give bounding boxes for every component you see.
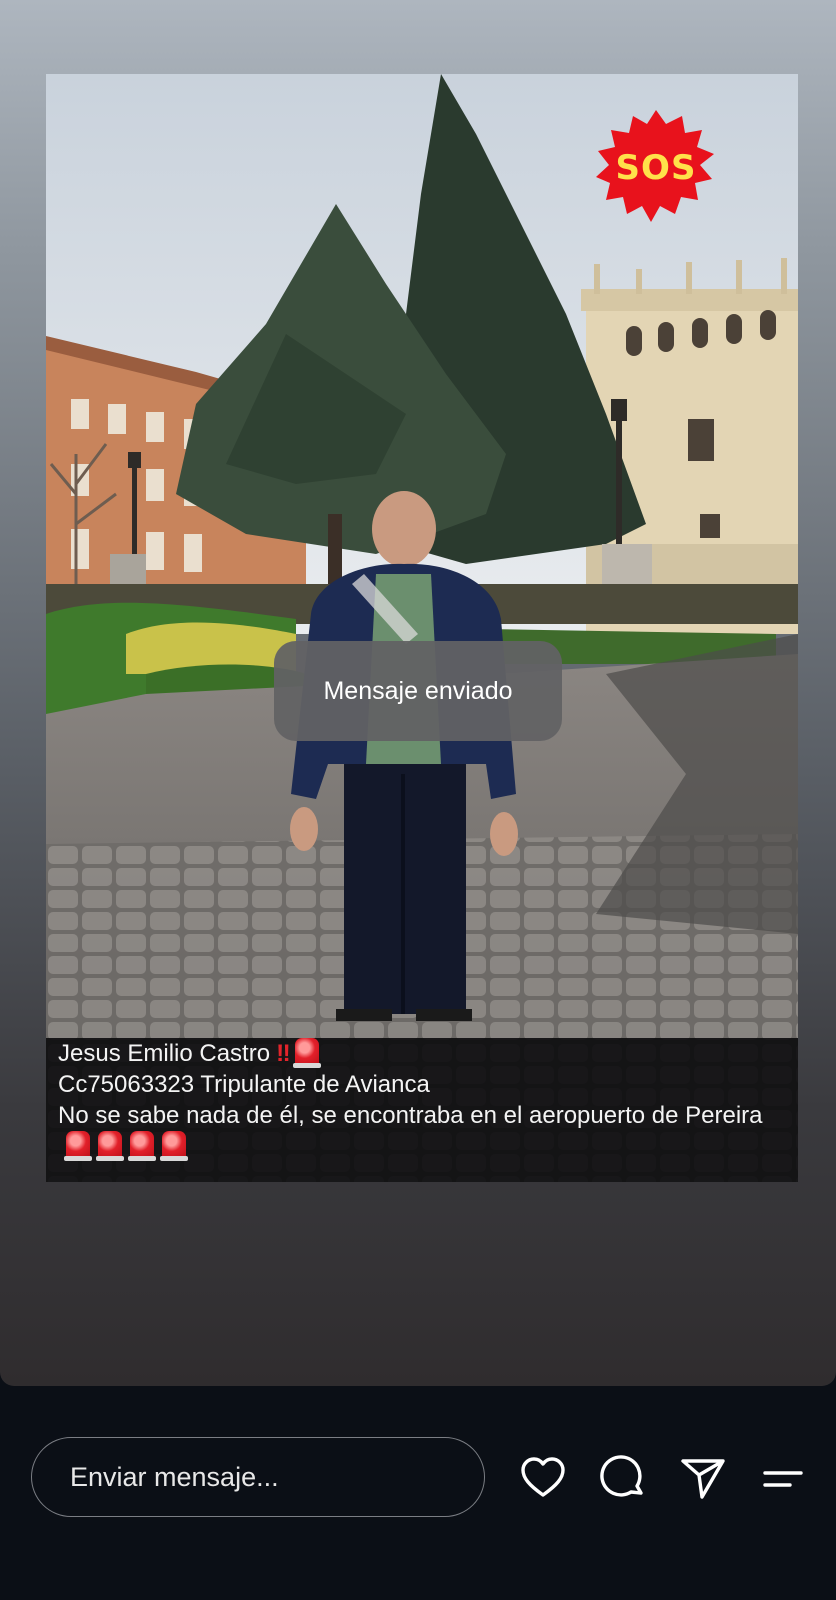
sos-label: SOS (615, 148, 697, 188)
menu-icon (763, 1471, 803, 1487)
more-button[interactable] (760, 1455, 806, 1501)
caption-line-3: No se sabe nada de él, se encontraba en … (58, 1100, 786, 1162)
send-icon (681, 1459, 725, 1499)
story-viewer: SOS Jesus Emilio Castro ‼ Cc75063323 Trip… (0, 0, 836, 1386)
caption-line-1: Jesus Emilio Castro ‼ (58, 1038, 786, 1069)
reply-bar: Enviar mensaje... (0, 1386, 836, 1600)
siren-icon (64, 1131, 92, 1161)
siren-icon (128, 1131, 156, 1161)
double-exclamation-icon: ‼ (276, 1040, 290, 1067)
caption-line-2: Cc75063323 Tripulante de Avianca (58, 1071, 430, 1098)
story-caption: Jesus Emilio Castro ‼ Cc75063323 Tripulan… (46, 1038, 798, 1182)
siren-icon (160, 1131, 188, 1161)
send-message-placeholder: Enviar mensaje... (70, 1461, 279, 1492)
story-photo[interactable] (46, 74, 798, 1182)
heart-icon (521, 1457, 565, 1497)
siren-icon (292, 1038, 321, 1068)
share-button[interactable] (680, 1455, 726, 1501)
siren-icon (96, 1131, 124, 1161)
caption-text: No se sabe nada de él, se encontraba en … (58, 1102, 763, 1129)
message-sent-toast: Mensaje enviado (274, 641, 562, 741)
like-button[interactable] (520, 1455, 566, 1501)
comment-icon (600, 1455, 643, 1497)
send-message-input[interactable]: Enviar mensaje... (31, 1437, 485, 1517)
sos-sticker: SOS (596, 110, 716, 224)
comment-button[interactable] (600, 1455, 646, 1501)
caption-name: Jesus Emilio Castro (58, 1040, 271, 1067)
story-photo-scene (46, 74, 798, 1182)
